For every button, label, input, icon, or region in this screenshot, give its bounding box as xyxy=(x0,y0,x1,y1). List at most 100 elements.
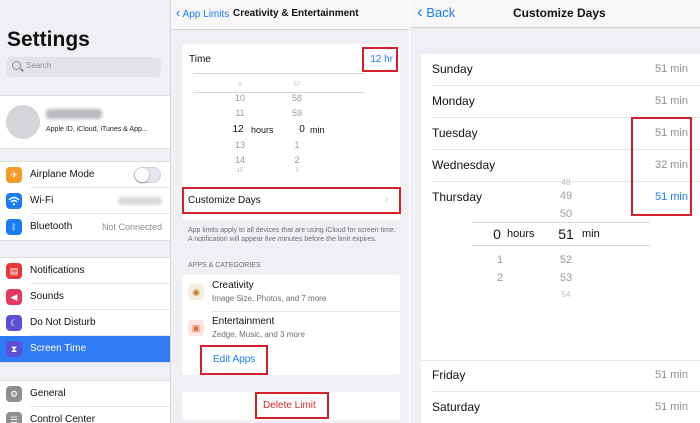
bluetooth-status: Not Connected xyxy=(101,222,162,232)
settings-panel: Settings Search Apple ID, iCloud, iTunes… xyxy=(0,0,171,423)
picker-minute: 48 xyxy=(561,178,571,187)
picker-hour: 2 xyxy=(496,272,504,284)
time-label: Time xyxy=(189,54,211,65)
bluetooth-icon: ᛒ xyxy=(6,219,22,235)
hourglass-icon: ⧗ xyxy=(6,341,22,357)
settings-item-wifi[interactable]: Wi-Fi xyxy=(0,188,170,214)
app-name: Creativity xyxy=(212,280,254,291)
day-row-saturday[interactable]: Saturday 51 min xyxy=(421,392,700,423)
picker-minute: 57 xyxy=(293,82,301,88)
settings-item-label: Airplane Mode xyxy=(30,169,95,180)
picker-minute: 53 xyxy=(559,272,573,284)
settings-item-general[interactable]: ⚙ General xyxy=(0,381,170,407)
back-button[interactable]: ‹ Back xyxy=(417,2,456,21)
delete-limit-highlight xyxy=(255,392,329,419)
settings-item-do-not-disturb[interactable]: ☾ Do Not Disturb xyxy=(0,310,170,336)
settings-item-label: Screen Time xyxy=(30,343,87,354)
search-field[interactable]: Search xyxy=(6,57,161,77)
notifications-icon: ▤ xyxy=(6,263,22,279)
settings-title: Settings xyxy=(7,28,90,51)
airplane-icon: ✈ xyxy=(6,167,22,183)
edit-apps-highlight xyxy=(200,345,268,375)
day-name: Monday xyxy=(432,94,475,108)
day-name: Sunday xyxy=(432,62,473,76)
picker-minute-selected: 51 xyxy=(558,226,574,242)
picker-hour: 13 xyxy=(234,140,245,150)
back-button[interactable]: ‹ App Limits xyxy=(176,5,229,20)
moon-icon: ☾ xyxy=(6,315,22,331)
settings-item-label: Notifications xyxy=(30,265,85,276)
control-center-icon: ☰ xyxy=(6,412,22,423)
customize-days-navbar: ‹ Back Customize Days xyxy=(410,0,700,28)
picker-hour: 10 xyxy=(234,93,245,103)
day-row-friday[interactable]: Friday 51 min xyxy=(421,360,700,392)
popcorn-icon: ▣ xyxy=(188,320,204,336)
chevron-left-icon: ‹ xyxy=(417,2,423,21)
wifi-network-redacted xyxy=(118,197,162,205)
time-value-highlight xyxy=(362,47,398,72)
apple-id-profile[interactable]: Apple ID, iCloud, iTunes & App... xyxy=(0,95,170,149)
wifi-icon xyxy=(6,193,22,209)
section-header: APPS & CATEGORIES xyxy=(188,262,261,269)
picker-hour: 15 xyxy=(236,168,244,174)
general-group: ⚙ General ☰ Control Center xyxy=(0,380,170,423)
page-title: Customize Days xyxy=(513,6,606,20)
chevron-left-icon: ‹ xyxy=(176,5,181,20)
app-limits-note: App limits apply to all devices that are… xyxy=(188,227,396,243)
picker-minute: 58 xyxy=(291,93,302,103)
day-limit: 51 min xyxy=(654,95,688,107)
gear-icon: ⚙ xyxy=(6,386,22,402)
settings-item-notifications[interactable]: ▤ Notifications xyxy=(0,258,170,284)
day-row-sunday[interactable]: Sunday 51 min xyxy=(421,54,700,86)
app-sub: Image Size, Photos, and 7 more xyxy=(212,294,327,303)
notifications-group: ▤ Notifications ◀ Sounds ☾ Do Not Distur… xyxy=(0,257,170,363)
sounds-icon: ◀ xyxy=(6,289,22,305)
settings-item-control-center[interactable]: ☰ Control Center xyxy=(0,407,170,423)
airplane-mode-toggle[interactable] xyxy=(134,167,161,183)
picker-minute: 50 xyxy=(559,208,573,220)
customize-days-highlight xyxy=(182,187,401,214)
day-limit: 51 min xyxy=(654,63,688,75)
search-placeholder: Search xyxy=(26,61,52,70)
min-label: min xyxy=(582,228,600,240)
settings-item-label: Do Not Disturb xyxy=(30,317,96,328)
settings-item-label: Bluetooth xyxy=(30,221,73,232)
app-sub: Zedge, Music, and 3 more xyxy=(212,330,305,339)
back-label: Back xyxy=(426,5,456,20)
picker-minute: 1 xyxy=(294,140,300,150)
hours-label: hours xyxy=(507,228,535,240)
picker-hour: 11 xyxy=(235,108,245,118)
day-name: Wednesday xyxy=(432,158,496,172)
settings-item-screen-time[interactable]: ⧗ Screen Time xyxy=(0,336,170,362)
connectivity-group: ✈ Airplane Mode Wi-Fi ᛒ Bluetooth Not Co… xyxy=(0,161,170,241)
picker-hour: 9 xyxy=(238,82,242,88)
picker-minute: 2 xyxy=(294,155,300,165)
day-name: Thursday xyxy=(432,190,483,204)
day-limit: 51 min xyxy=(654,369,688,381)
picker-minute: 3 xyxy=(295,168,299,174)
avatar xyxy=(6,105,40,139)
time-picker-band xyxy=(193,73,365,93)
min-label: min xyxy=(310,125,325,135)
settings-item-airplane-mode[interactable]: ✈ Airplane Mode xyxy=(0,162,170,188)
day-limit: 51 min xyxy=(654,401,688,413)
profile-subtitle: Apple ID, iCloud, iTunes & App... xyxy=(46,126,148,133)
picker-minute: 54 xyxy=(561,290,571,299)
picker-minute: 52 xyxy=(559,254,573,266)
customize-days-panel: ‹ Back Customize Days Sunday 51 min Mond… xyxy=(410,0,700,423)
day-name: Tuesday xyxy=(432,126,478,140)
settings-item-sounds[interactable]: ◀ Sounds xyxy=(0,284,170,310)
profile-name-redacted xyxy=(46,109,102,119)
settings-item-label: Control Center xyxy=(30,414,96,423)
picker-minute: 59 xyxy=(291,108,302,118)
picker-hour-selected: 12 xyxy=(232,124,244,135)
search-icon xyxy=(12,61,21,70)
settings-item-label: Wi-Fi xyxy=(30,195,54,206)
settings-item-bluetooth[interactable]: ᛒ Bluetooth Not Connected xyxy=(0,214,170,240)
settings-item-label: Sounds xyxy=(30,291,64,302)
picker-minute: 49 xyxy=(559,190,573,202)
day-row-monday[interactable]: Monday 51 min xyxy=(421,86,700,118)
hours-label: hours xyxy=(251,125,274,135)
settings-item-label: General xyxy=(30,388,66,399)
day-name: Friday xyxy=(432,368,466,382)
